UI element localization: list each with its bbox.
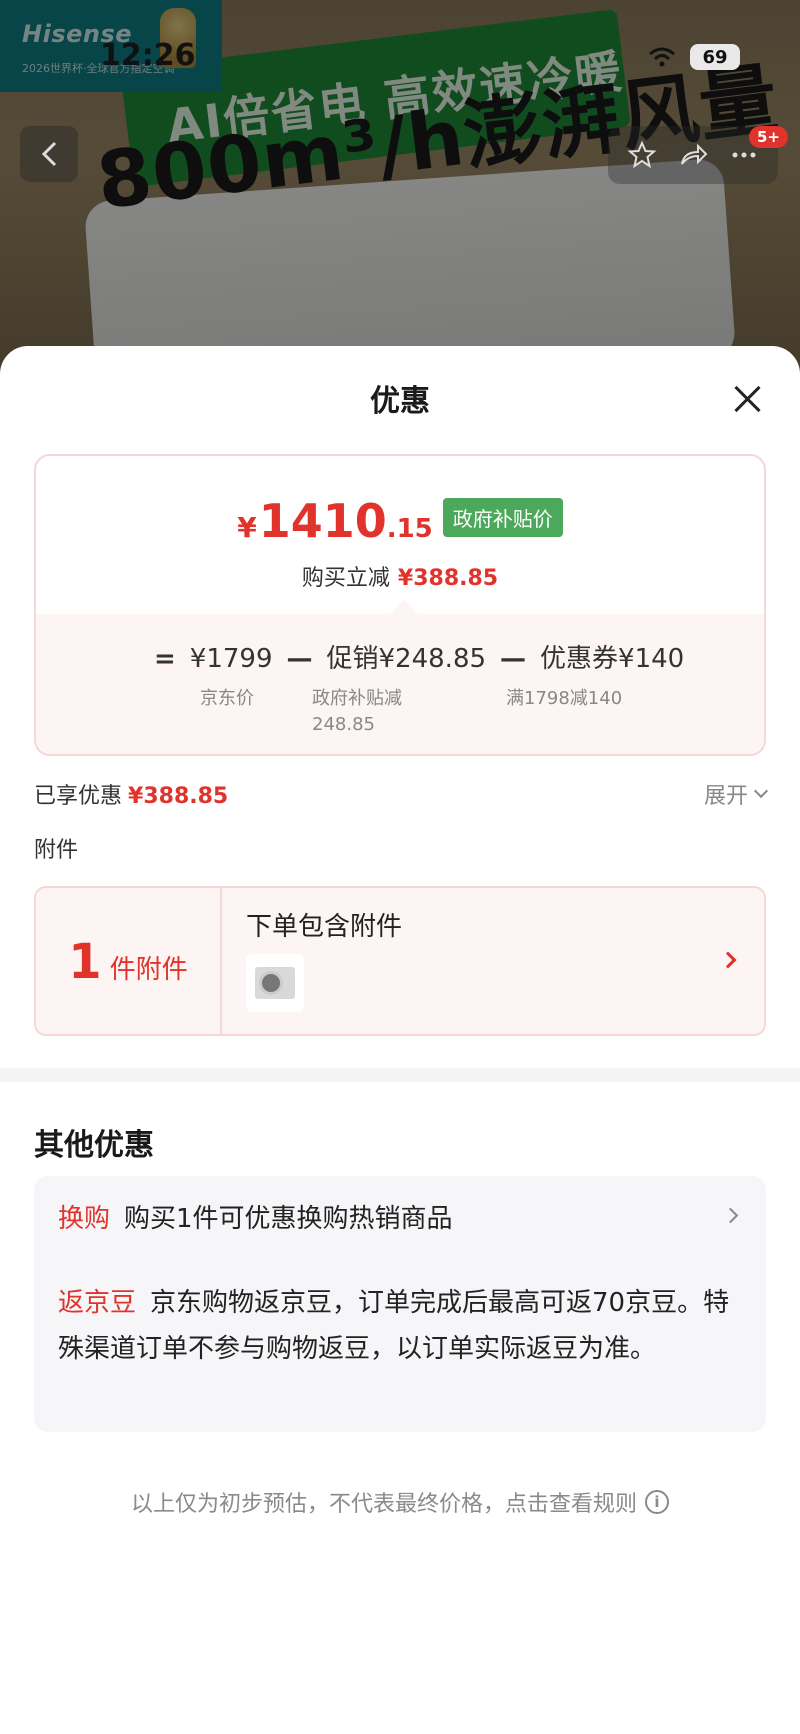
discount-sheet: 优惠 ¥ 1410 .15 政府补贴价 购买立减 ¥388.85 = ¥1799 …: [0, 346, 800, 1734]
outdoor-unit-thumbnail: [246, 954, 304, 1012]
buy-cut-amount: ¥388.85: [397, 566, 499, 591]
promo-label: 政府补贴减 248.85: [312, 686, 402, 738]
price-decimal: .15: [386, 514, 433, 544]
jd-beans-text: 京东购物返京豆，订单完成后最高可返70京豆。特殊渠道订单不参与购物返豆，以订单实…: [58, 1288, 730, 1364]
accessory-count-number: 1: [68, 934, 102, 990]
price-symbol: ¥: [237, 511, 257, 544]
buy-cut-label: 购买立减: [301, 566, 390, 591]
status-icons: 69: [648, 44, 740, 70]
rules-note-text: 以上仅为初步预估，不代表最终价格，点击查看规则: [130, 1492, 637, 1517]
minus-sign: —: [500, 644, 527, 674]
jd-beans-row: 返京豆 京东购物返京豆，订单完成后最高可返70京豆。特殊渠道订单不参与购物返豆，以…: [58, 1280, 742, 1372]
back-button[interactable]: [20, 126, 78, 182]
price-card: ¥ 1410 .15 政府补贴价 购买立减 ¥388.85 = ¥1799 — 促…: [34, 454, 766, 756]
battery-icon: 69: [690, 44, 740, 70]
accessory-count: 1 件附件: [36, 888, 222, 1034]
trade-in-row[interactable]: 换购 购买1件可优惠换购热销商品: [58, 1198, 716, 1235]
trade-in-text: 购买1件可优惠换购热销商品: [124, 1204, 453, 1234]
status-time: 12:26: [100, 38, 196, 73]
share-icon[interactable]: [678, 140, 708, 170]
price-integer: 1410: [258, 494, 387, 548]
expand-button[interactable]: 展开: [703, 778, 769, 810]
accessory-card[interactable]: 1 件附件 下单包含附件: [34, 886, 766, 1036]
chevron-down-icon: [753, 783, 769, 799]
product-banner: AI倍省电 高效速冷暖 800m³/h澎湃风量 Hisense 2026世界杯·…: [0, 0, 800, 380]
price-breakdown: = ¥1799 — 促销¥248.85 — 优惠券¥140 京东价 政府补贴减 …: [36, 599, 764, 754]
chevron-left-icon: [41, 141, 57, 167]
rules-note[interactable]: 以上仅为初步预估，不代表最终价格，点击查看规则 i: [0, 1486, 800, 1518]
other-discounts-card: 换购 购买1件可优惠换购热销商品 返京豆 京东购物返京豆，订单完成后最高可返70京豆…: [34, 1176, 766, 1432]
gov-subsidy-tag: 政府补贴价: [442, 497, 563, 537]
enjoyed-discount: 已享优惠 ¥388.85: [34, 778, 228, 810]
promo-amount: 促销¥248.85: [326, 644, 487, 674]
chevron-right-icon: [719, 951, 737, 969]
accessories-label: 附件: [34, 838, 79, 863]
final-price: ¥ 1410 .15: [237, 494, 433, 548]
jd-price-label: 京东价: [200, 688, 254, 709]
accessory-title: 下单包含附件: [246, 912, 403, 942]
other-discounts-title: 其他优惠: [34, 1128, 154, 1163]
section-divider: [0, 1068, 800, 1082]
info-icon: i: [645, 1490, 669, 1514]
jd-price: ¥1799: [189, 644, 273, 674]
close-icon[interactable]: [732, 384, 762, 414]
promo-label-line2: 248.85: [312, 714, 375, 735]
accessory-count-unit: 件附件: [109, 955, 188, 985]
trade-in-tag: 换购: [58, 1204, 111, 1234]
coupon-label: 满1798减140: [506, 688, 623, 709]
buy-cut: 购买立减 ¥388.85: [36, 560, 764, 592]
chevron-right-icon: [722, 1207, 739, 1224]
final-price-row: ¥ 1410 .15 政府补贴价: [36, 494, 764, 548]
promo-label-line1: 政府补贴减: [312, 688, 402, 709]
equals-sign: =: [154, 644, 176, 674]
fan-icon: [259, 971, 283, 995]
wifi-icon: [649, 47, 675, 67]
message-badge: 5+: [748, 126, 788, 148]
expand-label: 展开: [703, 784, 748, 809]
enjoyed-label: 已享优惠: [34, 784, 123, 809]
price-formula: = ¥1799 — 促销¥248.85 — 优惠券¥140: [154, 638, 684, 675]
star-icon[interactable]: [627, 140, 657, 170]
coupon-amount: 优惠券¥140: [540, 644, 685, 674]
jd-beans-tag: 返京豆: [58, 1288, 137, 1318]
sheet-title: 优惠: [370, 384, 430, 419]
minus-sign: —: [286, 644, 313, 674]
enjoyed-amount: ¥388.85: [128, 784, 229, 809]
